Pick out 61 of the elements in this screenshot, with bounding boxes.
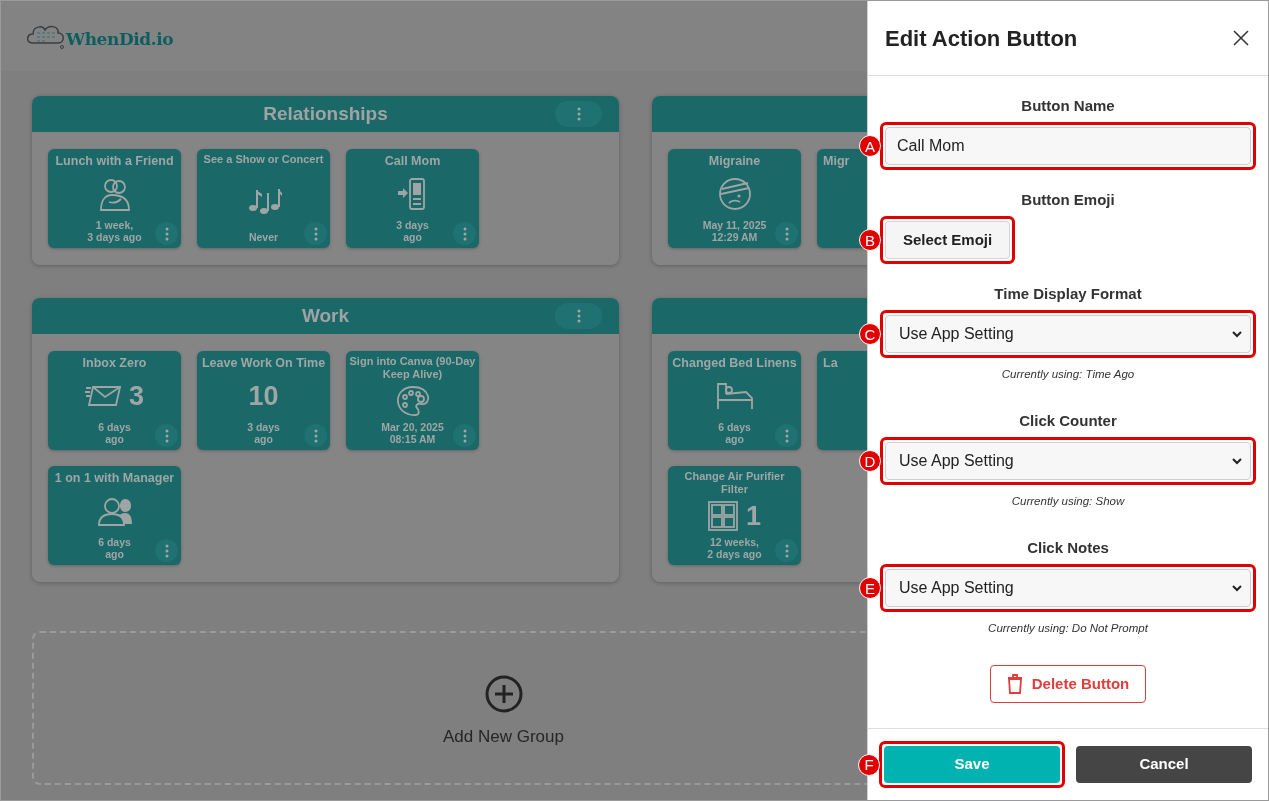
last-done-time: Never bbox=[248, 231, 279, 245]
group-title: Work bbox=[301, 303, 350, 328]
field-label: Button Name bbox=[1021, 97, 1115, 115]
tile-title: 1 on 1 with Manager bbox=[53, 470, 176, 486]
select-emoji-button[interactable]: Select Emoji bbox=[885, 221, 1011, 259]
save-button[interactable]: Save bbox=[884, 746, 1060, 783]
tile-title: La bbox=[822, 355, 838, 371]
logo-text: WhenDid.io bbox=[66, 28, 174, 52]
last-done-time: 12 weeks, 2 days ago bbox=[707, 536, 762, 562]
action-tile[interactable]: Change Air Purifier Filter 1 12 weeks, 2 days ago bbox=[668, 466, 801, 565]
last-done-time: May 11, 2025 12:29 AM bbox=[702, 219, 767, 245]
last-done-time: 1 week, 3 days ago bbox=[87, 219, 142, 245]
tile-title: Change Air Purifier Filter bbox=[683, 470, 786, 496]
action-tile[interactable]: Lunch with a Friend 1 week, 3 days ago bbox=[48, 149, 181, 248]
tile-title: Call Mom bbox=[383, 153, 442, 169]
delete-button[interactable]: Delete Button bbox=[989, 665, 1147, 703]
action-tile[interactable]: Changed Bed Linens 6 days ago bbox=[668, 351, 801, 450]
select-field[interactable]: Use App Setting bbox=[885, 315, 1251, 353]
callout-badge: A bbox=[859, 135, 881, 157]
select-field[interactable]: Use App Setting bbox=[885, 569, 1251, 607]
click-count: 10 bbox=[248, 382, 279, 410]
group-title: Relationships bbox=[263, 101, 388, 126]
action-tile[interactable]: La bbox=[817, 351, 867, 450]
action-tile[interactable]: Leave Work On Time 10 3 days ago bbox=[197, 351, 330, 450]
field-label: Time Display Format bbox=[994, 285, 1142, 303]
tile-title: Migr bbox=[822, 153, 850, 169]
callout-badge: D bbox=[859, 450, 881, 472]
callout-badge: E bbox=[859, 577, 881, 599]
callout-badge: C bbox=[859, 323, 881, 345]
tile-title: Inbox Zero bbox=[81, 355, 148, 371]
tile-title: Changed Bed Linens bbox=[671, 355, 798, 371]
select-field[interactable]: Use App Setting bbox=[885, 442, 1251, 480]
tile-title: Lunch with a Friend bbox=[54, 153, 175, 169]
last-done-time: 6 days ago bbox=[98, 421, 131, 447]
panel-title: Edit Action Button bbox=[885, 24, 1078, 53]
add-group-label: Add New Group bbox=[443, 726, 564, 749]
action-tile[interactable]: See a Show or Concert Never bbox=[197, 149, 330, 248]
field-label: Button Emoji bbox=[1021, 191, 1115, 209]
last-done-time: 3 days ago bbox=[247, 421, 280, 447]
name-input[interactable]: Call Mom bbox=[885, 127, 1251, 165]
cancel-button[interactable]: Cancel bbox=[1076, 746, 1252, 783]
tile-title: See a Show or Concert bbox=[202, 153, 325, 166]
field-label: Click Notes bbox=[1027, 539, 1109, 557]
action-tile[interactable]: Sign into Canva (90-Day Keep Alive) Mar 20, 2025 08:15 AM bbox=[346, 351, 479, 450]
click-count: 1 bbox=[746, 502, 761, 530]
click-count: 3 bbox=[129, 382, 144, 410]
field-hint: Currently using: Show bbox=[1011, 494, 1125, 508]
last-done-time: 6 days ago bbox=[718, 421, 751, 447]
action-tile[interactable]: Call Mom 3 days ago bbox=[346, 149, 479, 248]
last-done-time: 3 days ago bbox=[396, 219, 429, 245]
action-tile[interactable]: Inbox Zero 3 6 days ago bbox=[48, 351, 181, 450]
action-tile[interactable]: Migraine May 11, 2025 12:29 AM bbox=[668, 149, 801, 248]
field-hint: Currently using: Time Ago bbox=[1001, 367, 1135, 381]
last-done-time: 6 days ago bbox=[98, 536, 131, 562]
field-label: Click Counter bbox=[1019, 412, 1117, 430]
tile-title: Leave Work On Time bbox=[200, 355, 327, 371]
field-hint: Currently using: Do Not Prompt bbox=[988, 621, 1148, 635]
tile-title: Migraine bbox=[707, 153, 762, 169]
action-tile[interactable]: 1 on 1 with Manager 6 days ago bbox=[48, 466, 181, 565]
last-done-time: Mar 20, 2025 08:15 AM bbox=[381, 421, 444, 447]
tile-title: Sign into Canva (90-Day Keep Alive) bbox=[348, 355, 477, 381]
